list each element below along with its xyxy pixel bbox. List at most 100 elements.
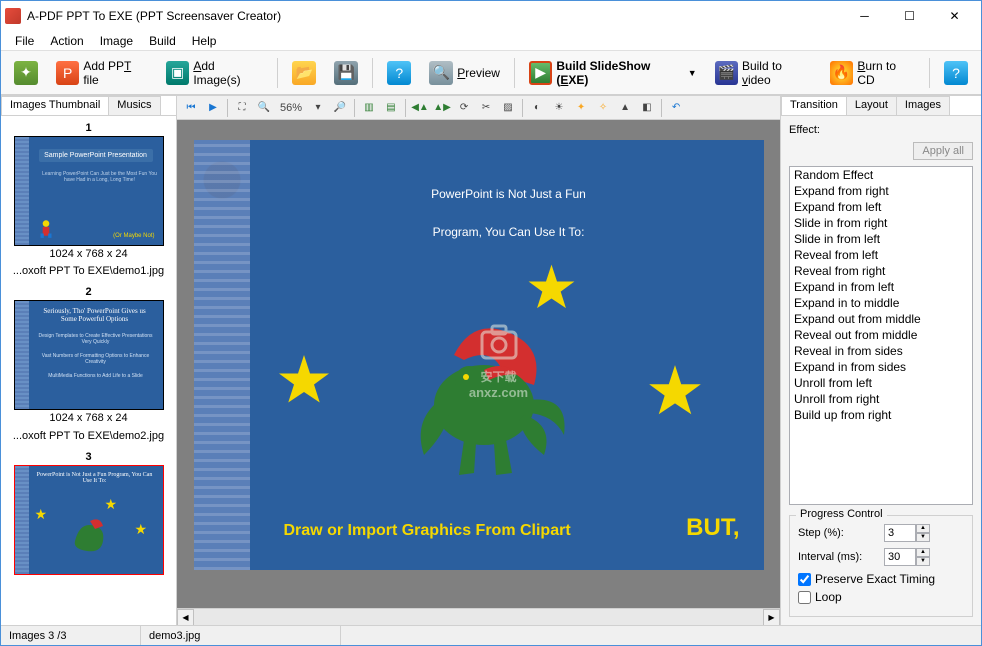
first-button[interactable]: ⏮ xyxy=(181,98,201,118)
zoom-dropdown[interactable]: ▾ xyxy=(308,98,328,118)
help-icon: ? xyxy=(387,61,411,85)
status-empty xyxy=(341,626,981,645)
thumbnail-panel: Images Thumbnail Musics 1 Sample PowerPo… xyxy=(1,96,177,625)
help-toolbar-button[interactable]: ? xyxy=(380,57,418,89)
effect-option[interactable]: Reveal from right xyxy=(790,263,972,279)
dragon-graphic xyxy=(394,305,574,485)
effect-option[interactable]: Unroll from left xyxy=(790,375,972,391)
blur-button[interactable]: ✧ xyxy=(593,98,613,118)
save-button[interactable]: 💾 xyxy=(327,57,365,89)
burn-cd-button[interactable]: 🔥Burn to CD xyxy=(823,57,922,89)
effect-option[interactable]: Expand from left xyxy=(790,199,972,215)
effect-button[interactable]: ▨ xyxy=(498,98,518,118)
effect-option[interactable]: Reveal out from middle xyxy=(790,327,972,343)
open-button[interactable]: 📂 xyxy=(285,57,323,89)
slide-but-text: BUT, xyxy=(686,514,739,542)
main-area: Images Thumbnail Musics 1 Sample PowerPo… xyxy=(1,95,981,625)
separator xyxy=(929,58,930,88)
close-button[interactable]: ✕ xyxy=(932,2,977,30)
step-up[interactable]: ▲ xyxy=(916,524,930,533)
effect-option[interactable]: Reveal in from sides xyxy=(790,343,972,359)
zoom-out-button[interactable]: 🔍 xyxy=(254,98,274,118)
scroll-left-button[interactable]: ◀ xyxy=(177,609,194,626)
preview-panel: ⏮ ▶ ⛶ 🔍 56% ▾ 🔎 ▥ ▤ ◀▲ ▲▶ ⟳ ✂ ▨ ◐ ☀ ✦ ✧ … xyxy=(177,96,781,625)
tab-transition[interactable]: Transition xyxy=(781,96,847,115)
color-button[interactable]: ▲ xyxy=(615,98,635,118)
effect-option[interactable]: Expand in from left xyxy=(790,279,972,295)
scroll-right-button[interactable]: ▶ xyxy=(763,609,780,626)
status-filename: demo3.jpg xyxy=(141,626,341,645)
effect-option[interactable]: Expand in from sides xyxy=(790,359,972,375)
rotate-left-button[interactable]: ◀▲ xyxy=(410,98,430,118)
thumbnail-list[interactable]: 1 Sample PowerPoint Presentation Learnin… xyxy=(1,116,176,625)
effect-option[interactable]: Reveal from left xyxy=(790,247,972,263)
effect-option[interactable]: Expand in to middle xyxy=(790,295,972,311)
flip-v-button[interactable]: ▥ xyxy=(359,98,379,118)
add-images-button[interactable]: ▣Add Image(s) xyxy=(159,57,270,89)
build-icon: ▶ xyxy=(529,61,552,85)
menu-help[interactable]: Help xyxy=(184,32,225,50)
minimize-button[interactable]: ─ xyxy=(842,2,887,30)
tab-layout[interactable]: Layout xyxy=(846,96,897,115)
menu-build[interactable]: Build xyxy=(141,32,184,50)
tab-images-thumbnail[interactable]: Images Thumbnail xyxy=(1,96,109,115)
interval-input[interactable] xyxy=(884,548,916,566)
tab-musics[interactable]: Musics xyxy=(108,96,160,115)
interval-label: Interval (ms): xyxy=(798,551,878,563)
zoom-in-button[interactable]: 🔎 xyxy=(330,98,350,118)
menu-file[interactable]: File xyxy=(7,32,42,50)
effect-option[interactable]: Unroll from right xyxy=(790,391,972,407)
step-down[interactable]: ▼ xyxy=(916,533,930,542)
apply-all-button[interactable]: Apply all xyxy=(913,142,973,160)
preview-button[interactable]: 🔍Preview xyxy=(422,57,507,89)
preserve-timing-checkbox[interactable] xyxy=(798,573,811,586)
slide-caption: Draw or Import Graphics From Clipart xyxy=(284,522,571,540)
effect-option[interactable]: Slide in from left xyxy=(790,231,972,247)
preview-area: PowerPoint is Not Just a FunProgram, You… xyxy=(177,120,780,608)
interval-up[interactable]: ▲ xyxy=(916,548,930,557)
build-slideshow-button[interactable]: ▶Build SlideShow (EXE)▼ xyxy=(522,57,704,89)
effect-label: Effect: xyxy=(789,124,973,136)
thumbnail-item[interactable]: 1 Sample PowerPoint Presentation Learnin… xyxy=(5,120,172,280)
maximize-button[interactable]: ☐ xyxy=(887,2,932,30)
info-icon: ? xyxy=(944,61,968,85)
crop-button[interactable]: ✂ xyxy=(476,98,496,118)
about-button[interactable]: ? xyxy=(937,57,975,89)
play-button[interactable]: ▶ xyxy=(203,98,223,118)
annotation-arrow xyxy=(775,120,780,192)
status-image-count: Images 3 /3 xyxy=(1,626,141,645)
thumbnail-item[interactable]: 2 Seriously, Tho' PowerPoint Gives us So… xyxy=(5,284,172,444)
build-video-button[interactable]: 🎬Build to video xyxy=(708,57,819,89)
scroll-track[interactable] xyxy=(194,609,763,626)
interval-down[interactable]: ▼ xyxy=(916,557,930,566)
menu-image[interactable]: Image xyxy=(92,32,141,50)
thumbnail-image[interactable]: Sample PowerPoint Presentation Learning … xyxy=(14,136,164,246)
flip-h-button[interactable]: ▤ xyxy=(381,98,401,118)
add-ppt-button[interactable]: PAdd PPT file xyxy=(49,57,155,89)
thumbnail-item[interactable]: 3 PowerPoint is Not Just a Fun Program, … xyxy=(5,449,172,575)
thumbnail-image[interactable]: Seriously, Tho' PowerPoint Gives us Some… xyxy=(14,300,164,410)
menu-action[interactable]: Action xyxy=(42,32,91,50)
horizontal-scrollbar[interactable]: ◀ ▶ xyxy=(177,608,780,625)
sharpen-button[interactable]: ✦ xyxy=(571,98,591,118)
undo-button[interactable]: ↶ xyxy=(666,98,686,118)
menubar: File Action Image Build Help xyxy=(1,31,981,51)
loop-checkbox[interactable] xyxy=(798,591,811,604)
video-icon: 🎬 xyxy=(715,61,738,85)
thumbnail-image-selected[interactable]: PowerPoint is Not Just a Fun Program, Yo… xyxy=(14,465,164,575)
brightness-button[interactable]: ☀ xyxy=(549,98,569,118)
effect-option[interactable]: Expand from right xyxy=(790,183,972,199)
step-input[interactable] xyxy=(884,524,916,542)
effect-option[interactable]: Expand out from middle xyxy=(790,311,972,327)
grayscale-button[interactable]: ◧ xyxy=(637,98,657,118)
effect-option[interactable]: Build up from right xyxy=(790,407,972,423)
rotate-button[interactable]: ⟳ xyxy=(454,98,474,118)
fit-button[interactable]: ⛶ xyxy=(232,98,252,118)
rotate-right-button[interactable]: ▲▶ xyxy=(432,98,452,118)
effect-option[interactable]: Random Effect xyxy=(790,167,972,183)
effect-listbox[interactable]: Random EffectExpand from rightExpand fro… xyxy=(789,166,973,505)
tab-images[interactable]: Images xyxy=(896,96,950,115)
contrast-button[interactable]: ◐ xyxy=(527,98,547,118)
effect-option[interactable]: Slide in from right xyxy=(790,215,972,231)
new-button[interactable]: ✦ xyxy=(7,57,45,89)
